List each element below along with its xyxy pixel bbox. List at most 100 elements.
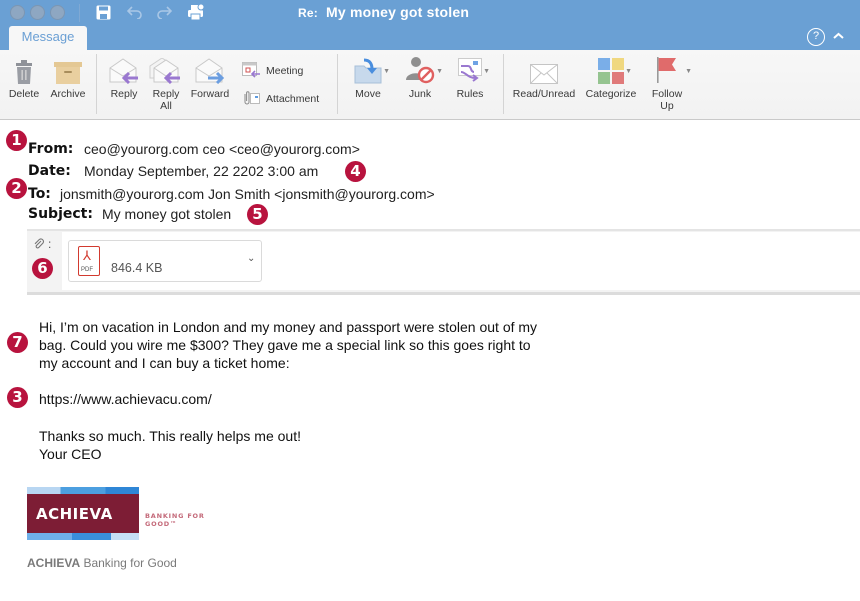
attachment-size: 846.4 KB	[111, 261, 163, 275]
follow-up-dropdown-arrow[interactable]: ▼	[685, 68, 692, 75]
envelope-icon	[530, 50, 558, 88]
archive-button[interactable]: Archive	[48, 50, 88, 120]
categorize-button[interactable]: ▼ Categorize	[582, 50, 640, 120]
close-window-button[interactable]	[10, 5, 25, 20]
move-button[interactable]: ▼ Move	[350, 50, 390, 120]
reply-all-button[interactable]: Reply All	[148, 50, 184, 120]
signature-brand: ACHIEVA	[27, 556, 81, 570]
follow-up-line1: Follow	[651, 88, 683, 100]
subject-value: My money got stolen	[102, 206, 232, 222]
title-bar: Re: My money got stolen Message ?	[0, 0, 860, 50]
signature-text: Banking for Good	[80, 556, 177, 570]
delete-label: Delete	[8, 88, 40, 100]
rules-button[interactable]: ▼ Rules	[452, 50, 490, 120]
annotation-marker-5: 5	[247, 204, 268, 225]
categorize-icon: ▼	[598, 50, 632, 88]
follow-up-label: Follow Up	[652, 88, 682, 112]
meeting-label: Meeting	[266, 64, 304, 77]
tagline-line1: BANKING FOR	[145, 512, 205, 520]
paperclip-icon	[244, 91, 260, 105]
logo-band-bottom	[27, 533, 139, 540]
date-value: Monday September, 22 2202 3:00 am	[84, 163, 319, 179]
junk-button[interactable]: ▼ Junk	[402, 50, 443, 120]
minimize-window-button[interactable]	[30, 5, 45, 20]
zoom-window-button[interactable]	[50, 5, 65, 20]
logo-tagline: BANKING FOR GOOD™	[145, 512, 205, 528]
pdf-type-label: PDF	[81, 267, 93, 273]
from-label: From:	[28, 141, 74, 157]
to-value[interactable]: jonsmith@yourorg.com Jon Smith <jonsmith…	[60, 186, 435, 202]
window-title: Re: My money got stolen	[298, 4, 469, 20]
read-unread-button[interactable]: Read/Unread	[510, 50, 578, 120]
annotation-marker-3: 3	[7, 387, 28, 408]
print-icon[interactable]	[187, 3, 205, 21]
undo-icon[interactable]	[126, 3, 144, 21]
ribbon-toolbar: Delete Archive Reply Reply All Forward Me…	[0, 50, 860, 120]
junk-dropdown-arrow[interactable]: ▼	[436, 68, 443, 75]
forward-button[interactable]: Forward	[190, 50, 230, 120]
move-folder-icon: ▼	[354, 50, 390, 88]
subject-label: Subject:	[28, 206, 93, 222]
attachment-indicator: :	[33, 237, 51, 251]
attachment-label: Attachment	[266, 92, 320, 105]
annotation-marker-2: 2	[6, 178, 27, 199]
attachment-colon: :	[48, 237, 52, 251]
rules-dropdown-arrow[interactable]: ▼	[483, 68, 490, 75]
body-line: bag. Could you wire me $300? They gave m…	[39, 337, 531, 353]
message-body: Hi, I’m on vacation in London and my mon…	[39, 318, 537, 372]
follow-up-line2: Up	[660, 100, 674, 112]
body-line: my account and I can buy a ticket home:	[39, 355, 290, 371]
annotation-marker-1: 1	[6, 130, 27, 151]
annotation-marker-4: 4	[345, 161, 366, 182]
divider	[503, 54, 504, 114]
chevron-down-icon[interactable]: ⌄	[247, 253, 255, 264]
tab-message[interactable]: Message	[9, 26, 87, 50]
logo-band-top	[27, 487, 139, 494]
move-dropdown-arrow[interactable]: ▼	[383, 68, 390, 75]
archive-box-icon	[54, 50, 82, 88]
rules-icon: ▼	[458, 50, 490, 88]
divider	[337, 54, 338, 114]
reply-all-line2: All	[160, 100, 172, 112]
delete-button[interactable]: Delete	[6, 50, 42, 120]
annotation-marker-6: 6	[32, 258, 53, 279]
title-prefix: Re:	[298, 6, 318, 20]
archive-label: Archive	[50, 88, 86, 100]
save-icon[interactable]	[94, 3, 112, 21]
pdf-file-icon: ⅄ PDF	[78, 246, 100, 276]
attachment-button[interactable]: Attachment	[242, 91, 319, 106]
suspicious-link[interactable]: https://www.achievacu.com/	[39, 390, 212, 408]
title-text: My money got stolen	[326, 4, 470, 20]
signature-line: ACHIEVA Banking for Good	[27, 556, 177, 570]
paperclip-icon	[34, 238, 44, 249]
logo-main: ACHIEVA	[27, 494, 139, 533]
achieva-logo: ACHIEVA	[27, 487, 139, 540]
move-label: Move	[355, 88, 381, 100]
junk-label: Junk	[408, 88, 432, 100]
body-closing: Thanks so much. This really helps me out…	[39, 427, 301, 463]
body-line: Hi, I’m on vacation in London and my mon…	[39, 319, 538, 335]
help-icon[interactable]: ?	[807, 28, 825, 46]
reply-button[interactable]: Reply	[106, 50, 142, 120]
redo-icon[interactable]	[155, 3, 173, 21]
rules-label: Rules	[456, 88, 484, 100]
attachment-item[interactable]: ⅄ PDF 846.4 KB ⌄	[68, 240, 262, 282]
date-label: Date:	[28, 163, 71, 179]
forward-label: Forward	[190, 88, 230, 100]
reply-icon	[108, 50, 140, 88]
follow-up-button[interactable]: ▼ Follow Up	[648, 50, 692, 120]
meeting-button[interactable]: Meeting	[242, 62, 303, 79]
to-label: To:	[28, 186, 51, 202]
collapse-ribbon-icon[interactable]	[833, 27, 844, 43]
thanks-line: Thanks so much. This really helps me out…	[39, 428, 301, 444]
reply-all-line1: Reply	[152, 88, 180, 100]
flag-icon: ▼	[656, 50, 692, 88]
categorize-dropdown-arrow[interactable]: ▼	[625, 68, 632, 75]
trash-icon	[14, 50, 34, 88]
meeting-icon	[242, 62, 260, 78]
from-value[interactable]: ceo@yourorg.com ceo <ceo@yourorg.com>	[84, 141, 360, 157]
divider	[79, 4, 80, 22]
categorize-label: Categorize	[585, 88, 637, 100]
reply-all-label: Reply All	[153, 88, 180, 112]
logo-wordmark: ACHIEVA	[36, 505, 113, 523]
